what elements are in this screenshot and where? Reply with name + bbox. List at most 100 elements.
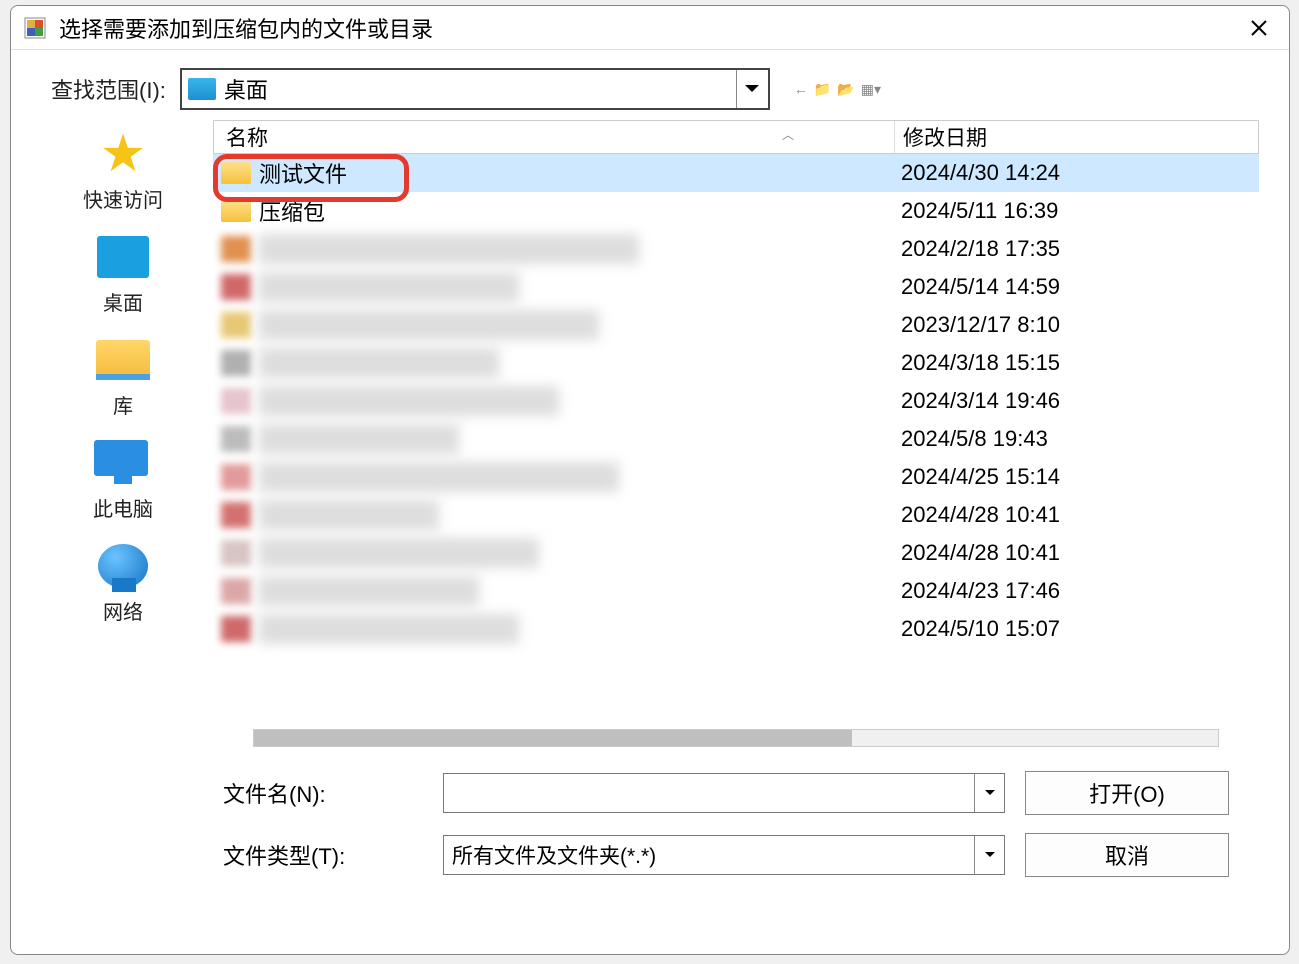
sidebar-item-label: 此电脑 [93,493,153,522]
blurred-filename [259,272,519,302]
file-row[interactable]: 2024/3/18 15:15 [213,344,1259,382]
blurred-icon [221,540,251,566]
blurred-icon [221,350,251,376]
chevron-down-icon[interactable] [736,70,768,108]
blurred-filename [259,386,559,416]
pc-icon [94,440,152,486]
titlebar: 选择需要添加到压缩包内的文件或目录 [11,6,1289,50]
file-row[interactable]: 压缩包2024/5/11 16:39 [213,192,1259,230]
file-row[interactable]: 2024/4/25 15:14 [213,458,1259,496]
filetype-label: 文件类型(T): [223,839,423,871]
blurred-filename [259,462,619,492]
horizontal-scrollbar[interactable] [253,729,1219,747]
desktop-icon [97,236,149,278]
lookin-bar: 查找范围(I): 桌面 ← 📁 📂 ▦▾ [11,50,1289,120]
blurred-icon [221,274,251,300]
blurred-filename [259,576,479,606]
folder-icon [188,78,216,100]
file-name: 测试文件 [259,157,347,189]
winrar-icon [21,14,49,42]
blurred-icon [221,616,251,642]
toolbar-icons: ← 📁 📂 ▦▾ [794,81,881,98]
file-date: 2024/5/10 15:07 [893,616,1259,642]
body: ★ 快速访问 桌面 库 此电脑 网络 [11,120,1289,954]
bottom-fields: 文件名(N): 打开(O) 文件类型(T): 所有文件及文件夹(*.*) [213,747,1259,877]
column-name[interactable]: 名称 ︿ [214,122,894,152]
sidebar-item-libraries[interactable]: 库 [63,334,183,419]
network-icon [98,544,148,588]
file-row[interactable]: 2023/12/17 8:10 [213,306,1259,344]
folder-icon [221,200,251,222]
places-sidebar: ★ 快速访问 桌面 库 此电脑 网络 [33,120,213,954]
sidebar-item-quickaccess[interactable]: ★ 快速访问 [63,128,183,213]
file-name: 压缩包 [259,195,325,227]
sidebar-item-label: 网络 [103,596,143,625]
sidebar-item-desktop[interactable]: 桌面 [63,231,183,316]
chevron-down-icon[interactable] [974,774,1004,812]
filename-label: 文件名(N): [223,777,423,809]
blurred-filename [259,538,539,568]
file-row[interactable]: 2024/3/14 19:46 [213,382,1259,420]
column-headers[interactable]: 名称 ︿ 修改日期 [213,120,1259,154]
blurred-filename [259,614,519,644]
blurred-filename [259,310,599,340]
file-row[interactable]: 测试文件 2024/4/30 14:24 [213,154,1259,192]
file-date: 2024/4/30 14:24 [893,160,1259,186]
file-row[interactable]: 2024/5/10 15:07 [213,610,1259,648]
sidebar-item-network[interactable]: 网络 [63,540,183,625]
file-date: 2024/2/18 17:35 [893,236,1259,262]
sidebar-item-label: 快速访问 [83,184,163,213]
folder-icon [221,162,251,184]
blurred-icon [221,426,251,452]
file-date: 2024/5/14 14:59 [893,274,1259,300]
sidebar-item-label: 库 [113,390,133,419]
filename-input[interactable] [443,773,1005,813]
close-button[interactable] [1239,13,1279,43]
blurred-icon [221,464,251,490]
file-row[interactable]: 2024/5/14 14:59 [213,268,1259,306]
file-date: 2024/3/14 19:46 [893,388,1259,414]
column-date[interactable]: 修改日期 [894,121,1258,153]
star-icon: ★ [100,128,147,180]
library-icon [96,340,150,380]
blurred-icon [221,236,251,262]
blurred-filename [259,348,499,378]
file-row[interactable]: 2024/2/18 17:35 [213,230,1259,268]
sidebar-item-label: 桌面 [103,287,143,316]
file-row[interactable]: 2024/4/23 17:46 [213,572,1259,610]
lookin-value: 桌面 [224,73,268,105]
view-menu-icon[interactable]: ▦▾ [861,81,881,98]
file-date: 2024/4/28 10:41 [893,502,1259,528]
open-button[interactable]: 打开(O) [1025,771,1229,815]
lookin-dropdown[interactable]: 桌面 [180,68,770,110]
new-folder-icon[interactable]: 📂 [837,81,854,98]
cancel-button[interactable]: 取消 [1025,833,1229,877]
blurred-icon [221,312,251,338]
file-date: 2024/4/23 17:46 [893,578,1259,604]
chevron-down-icon[interactable] [974,836,1004,874]
file-dialog: 选择需要添加到压缩包内的文件或目录 查找范围(I): 桌面 ← 📁 📂 ▦▾ ★… [10,5,1290,955]
scrollbar-thumb[interactable] [254,730,852,746]
file-date: 2023/12/17 8:10 [893,312,1259,338]
lookin-label: 查找范围(I): [51,73,166,105]
file-date: 2024/3/18 15:15 [893,350,1259,376]
blurred-icon [221,578,251,604]
blurred-filename [259,500,439,530]
sidebar-item-thispc[interactable]: 此电脑 [63,437,183,522]
filetype-dropdown[interactable]: 所有文件及文件夹(*.*) [443,835,1005,875]
file-row[interactable]: 2024/4/28 10:41 [213,534,1259,572]
file-date: 2024/4/25 15:14 [893,464,1259,490]
blurred-icon [221,388,251,414]
up-folder-icon[interactable]: 📁 [814,81,831,98]
back-icon[interactable]: ← [794,81,808,97]
blurred-filename [259,424,459,454]
file-row[interactable]: 2024/4/28 10:41 [213,496,1259,534]
file-list[interactable]: 名称 ︿ 修改日期 测试文件2024/4/30 14:24压缩包2024/5/1… [213,120,1259,715]
file-row[interactable]: 2024/5/8 19:43 [213,420,1259,458]
blurred-filename [259,234,639,264]
window-title: 选择需要添加到压缩包内的文件或目录 [59,12,1239,44]
file-date: 2024/5/8 19:43 [893,426,1259,452]
file-area: 名称 ︿ 修改日期 测试文件2024/4/30 14:24压缩包2024/5/1… [213,120,1289,954]
sort-indicator-icon: ︿ [782,126,794,143]
blurred-icon [221,502,251,528]
